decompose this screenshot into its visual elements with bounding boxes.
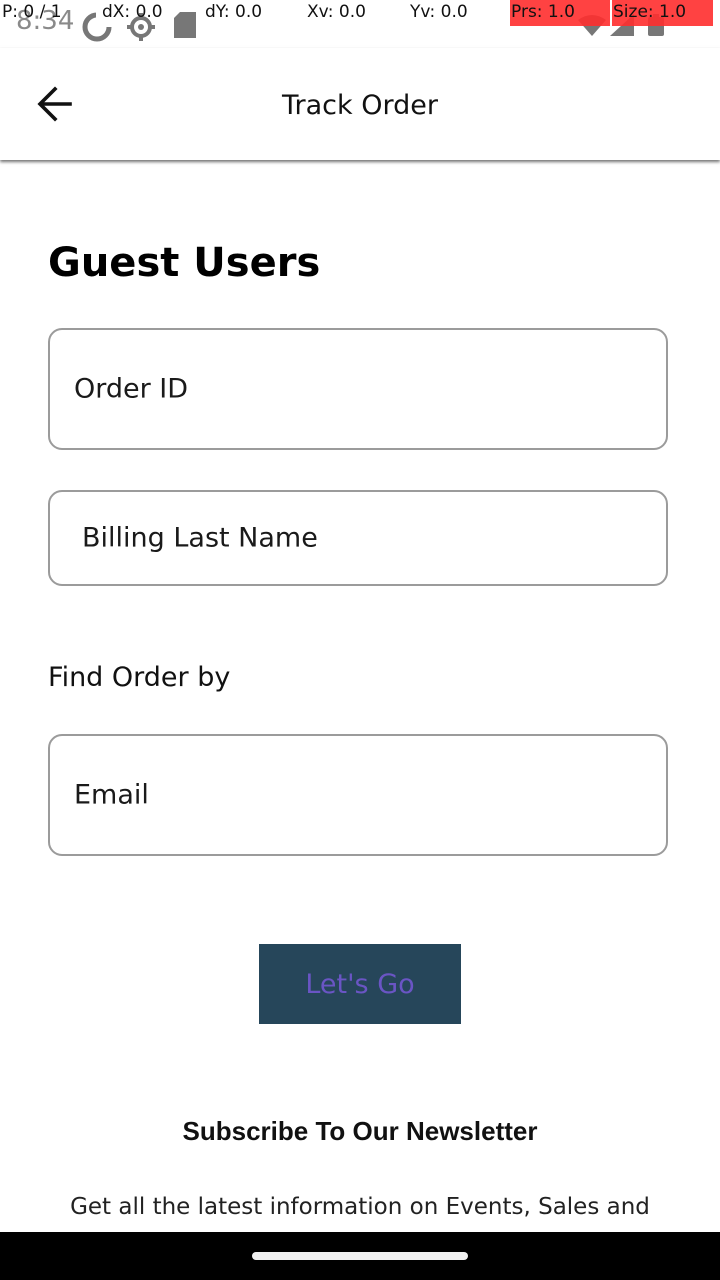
debug-size: Size: 1.0 [613,2,687,22]
debug-yv: Yv: 0.0 [410,2,468,22]
debug-dy: dY: 0.0 [205,2,263,22]
system-nav-bar [0,1232,720,1280]
debug-xv: Xv: 0.0 [307,2,366,22]
page-title: Track Order [282,90,438,121]
pointer-debug-overlay: P: 0 / 1 dX: 0.0 dY: 0.0 Xv: 0.0 Yv: 0.0… [0,0,720,26]
home-indicator[interactable] [252,1252,468,1260]
lets-go-button[interactable]: Let's Go [259,944,461,1024]
debug-dx: dX: 0.0 [102,2,163,22]
order-id-placeholder: Order ID [74,373,189,405]
track-order-screen: 8:34 P: 0 / 1 dX: 0.0 dY: 0.0 Xv: 0.0 Yv… [0,0,720,1280]
find-order-by-label: Find Order by [48,662,231,693]
email-placeholder: Email [74,779,149,811]
debug-prs: Prs: 1.0 [511,2,575,22]
billing-last-name-placeholder: Billing Last Name [82,522,318,554]
app-bar: Track Order [0,48,720,160]
debug-pointer: P: 0 / 1 [2,2,62,22]
email-input[interactable]: Email [48,734,668,856]
order-id-input[interactable]: Order ID [48,328,668,450]
newsletter-heading: Subscribe To Our Newsletter [182,1116,538,1146]
newsletter-description: Get all the latest information on Events… [70,1194,650,1220]
guest-users-heading: Guest Users [48,240,321,286]
billing-last-name-input[interactable]: Billing Last Name [48,490,668,586]
